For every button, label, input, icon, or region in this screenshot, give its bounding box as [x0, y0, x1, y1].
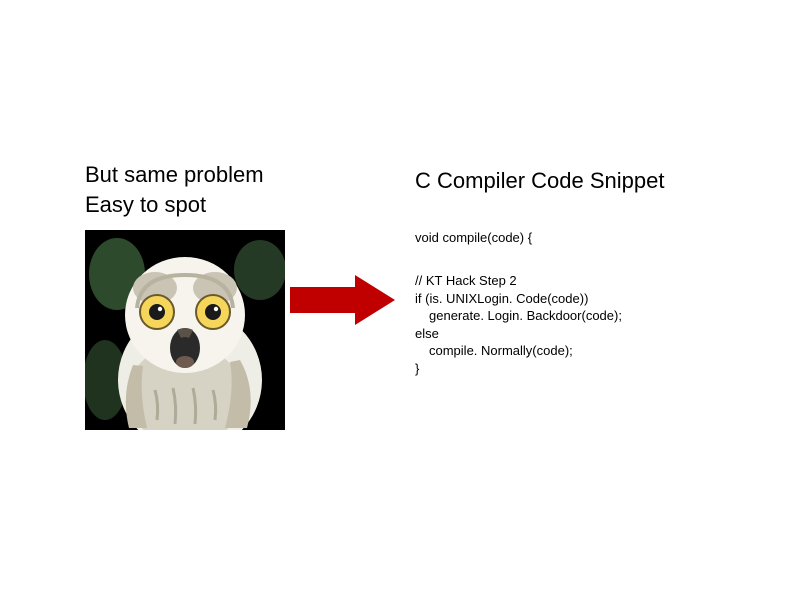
left-heading-line-2: Easy to spot: [85, 190, 264, 220]
left-heading-line-1: But same problem: [85, 160, 264, 190]
code-close-brace: }: [415, 360, 622, 378]
red-arrow-icon: [290, 275, 395, 325]
code-block: // KT Hack Step 2 if (is. UNIXLogin. Cod…: [415, 272, 622, 377]
code-line-signature: void compile(code) {: [415, 230, 532, 245]
code-else: else: [415, 325, 622, 343]
surprised-owl-photo: [85, 230, 285, 430]
owl-illustration: [85, 230, 285, 430]
code-then: generate. Login. Backdoor(code);: [415, 307, 622, 325]
code-else-body: compile. Normally(code);: [415, 342, 622, 360]
code-comment: // KT Hack Step 2: [415, 272, 622, 290]
code-if: if (is. UNIXLogin. Code(code)): [415, 290, 622, 308]
right-heading: C Compiler Code Snippet: [415, 168, 664, 194]
left-heading: But same problem Easy to spot: [85, 160, 264, 219]
